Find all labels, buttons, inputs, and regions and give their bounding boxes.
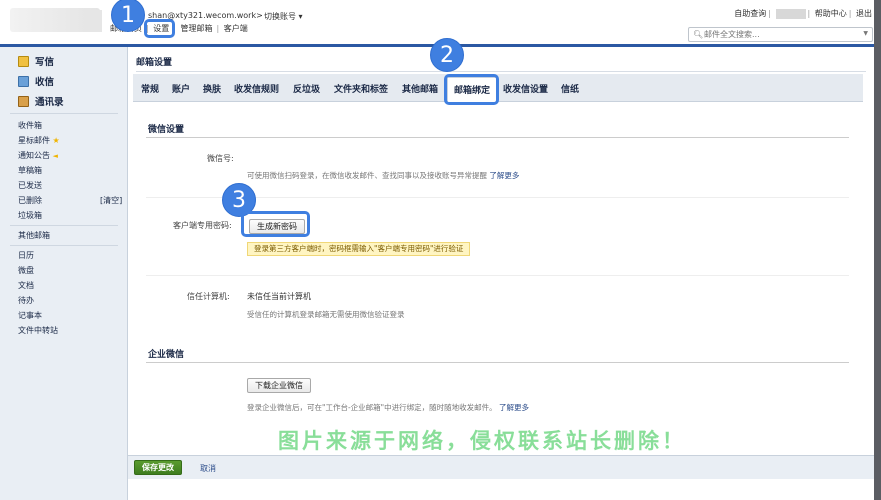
- sidebar-item-calendar[interactable]: 日历: [18, 250, 34, 261]
- save-changes-button[interactable]: 保存更改: [134, 460, 182, 475]
- sidebar-divider: [10, 245, 118, 246]
- tab-send-receive[interactable]: 收发信设置: [503, 82, 548, 95]
- chevron-down-icon[interactable]: ▼: [863, 30, 868, 37]
- wechat-section-title: 微信设置: [148, 125, 185, 135]
- sidebar-divider: [10, 113, 118, 114]
- download-wework-button[interactable]: 下载企业微信: [247, 378, 311, 393]
- sidebar-item-drafts[interactable]: 草稿箱: [18, 165, 42, 176]
- sidebar-item-inbox[interactable]: 收件箱: [18, 120, 42, 131]
- wechat-hint: 可使用微信扫码登录，在微信收发邮件、查找同事以及接收账号异常提醒 了解更多: [247, 171, 520, 180]
- clear-deleted-link[interactable]: [清空]: [100, 195, 122, 206]
- binding-tab-highlight: [444, 74, 499, 105]
- client-link[interactable]: 客户端: [224, 24, 248, 33]
- sidebar-item-starred[interactable]: 星标邮件 ★: [18, 135, 60, 146]
- watermark-text: 图片来源于网络，侵权联系站长删除！: [278, 429, 686, 453]
- inbox-icon: [18, 76, 29, 87]
- sidebar-item-notes[interactable]: 记事本: [18, 310, 42, 321]
- generate-password-highlight: [241, 211, 310, 237]
- sidebar-item-todo[interactable]: 待办: [18, 295, 34, 306]
- sidebar-item-spam[interactable]: 垃圾箱: [18, 210, 42, 221]
- avatar: [84, 10, 102, 32]
- sidebar: 写信 收信 通讯录 收件箱 星标邮件 ★ 通知公告 ◄ 草稿箱 已发送 已删除 …: [0, 47, 128, 500]
- sidebar-item-file-transfer[interactable]: 文件中转站: [18, 325, 58, 336]
- search-box[interactable]: 🔍︎ ▼: [688, 27, 873, 42]
- search-icon: 🔍︎: [693, 30, 704, 39]
- sidebar-item-drive[interactable]: 微盘: [18, 265, 34, 276]
- sidebar-divider: [10, 225, 118, 226]
- self-service-link[interactable]: 自助查询: [734, 9, 766, 18]
- tab-mail-rules[interactable]: 收发信规则: [234, 82, 279, 95]
- compose-icon: [18, 56, 29, 67]
- sidebar-compose[interactable]: 写信: [18, 54, 54, 68]
- trusted-computer-label: 信任计算机:: [187, 292, 230, 301]
- tab-account[interactable]: 账户: [172, 82, 190, 95]
- sidebar-item-other-mailboxes[interactable]: 其他邮箱: [18, 230, 50, 241]
- sidebar-inbox-main[interactable]: 收信: [18, 74, 54, 88]
- contacts-icon: [18, 96, 29, 107]
- client-password-label: 客户端专用密码:: [173, 221, 232, 230]
- logout-link[interactable]: 退出: [856, 9, 872, 18]
- right-links: 自助查询 | | 帮助中心 | 退出: [734, 8, 872, 19]
- wework-section-title: 企业微信: [148, 350, 185, 360]
- trusted-computer-status: 未信任当前计算机: [247, 292, 311, 301]
- section-divider: [146, 362, 849, 363]
- switch-account-link[interactable]: 切换账号 ▾: [264, 11, 303, 22]
- step-2-badge: 2: [430, 38, 464, 72]
- sidebar-item-docs[interactable]: 文档: [18, 280, 34, 291]
- tab-general[interactable]: 常规: [141, 82, 159, 95]
- star-icon: ★: [52, 136, 60, 145]
- search-input[interactable]: [704, 29, 854, 40]
- wework-hint: 登录企业微信后，可在"工作台-企业邮箱"中进行绑定，随时随地收发邮件。 了解更多: [247, 403, 529, 412]
- section-divider: [146, 137, 849, 138]
- title-divider: [136, 71, 866, 72]
- help-center-link[interactable]: 帮助中心: [815, 9, 847, 18]
- sidebar-item-deleted[interactable]: 已删除: [18, 195, 42, 206]
- settings-footer: 保存更改 取消: [128, 455, 874, 479]
- tab-stationery[interactable]: 信纸: [561, 82, 579, 95]
- tab-folders-labels[interactable]: 文件夹和标签: [334, 82, 388, 95]
- cancel-link[interactable]: 取消: [200, 463, 216, 474]
- row-divider: [146, 275, 849, 276]
- username-blurred: [775, 8, 806, 19]
- page-title: 邮箱设置: [136, 58, 173, 68]
- wechat-label: 微信号:: [207, 154, 234, 163]
- client-password-warning: 登录第三方客户端时，密码框需输入"客户端专用密码"进行验证: [247, 242, 471, 256]
- learn-more-link[interactable]: 了解更多: [489, 171, 519, 180]
- settings-highlight: [144, 19, 175, 38]
- tab-skin[interactable]: 换肤: [203, 82, 221, 95]
- sidebar-contacts[interactable]: 通讯录: [18, 94, 64, 108]
- tab-other-mailboxes[interactable]: 其他邮箱: [402, 82, 438, 95]
- trusted-computer-hint: 受信任的计算机登录邮箱无需使用微信验证登录: [247, 310, 405, 319]
- megaphone-icon: ◄: [52, 152, 58, 160]
- mail-app: shan@xty321.wecom.work> 切换账号 ▾ 邮箱首页| 设置|…: [0, 0, 881, 500]
- admin-mail-link[interactable]: 管理邮箱: [181, 24, 213, 33]
- window-edge: [874, 0, 881, 500]
- tab-anti-spam[interactable]: 反垃圾: [293, 82, 320, 95]
- sidebar-item-notices[interactable]: 通知公告 ◄: [18, 150, 58, 161]
- sidebar-item-sent[interactable]: 已发送: [18, 180, 42, 191]
- learn-more-link[interactable]: 了解更多: [499, 403, 529, 412]
